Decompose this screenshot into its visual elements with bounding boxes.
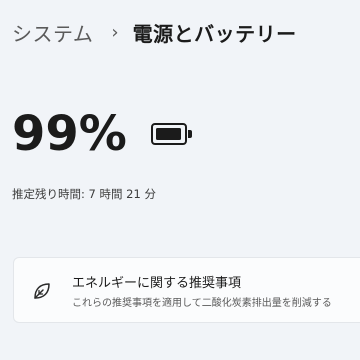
recommendation-title: エネルギーに関する推奨事項 [72,276,242,291]
battery-percentage: 99% [12,106,127,162]
battery-status: 99% [12,110,193,158]
leaf-icon [34,283,50,299]
battery-body [150,123,187,145]
chevron-right-icon: › [111,22,119,43]
breadcrumb: システム › 電源とバッテリー [12,18,297,47]
estimated-time-remaining: 推定残り時間: 7 時間 21 分 [12,187,156,201]
recommendation-description: これらの推奨事項を適用して二酸化炭素排出量を削減する [72,298,332,309]
energy-recommendations-card[interactable]: エネルギーに関する推奨事項 これらの推奨事項を適用して二酸化炭素排出量を削減する [13,257,360,323]
battery-level-fill [155,128,181,140]
battery-tip [187,130,192,138]
battery-full-icon [150,121,193,147]
page-title: 電源とバッテリー [132,22,297,46]
breadcrumb-system-link[interactable]: システム [12,18,93,47]
